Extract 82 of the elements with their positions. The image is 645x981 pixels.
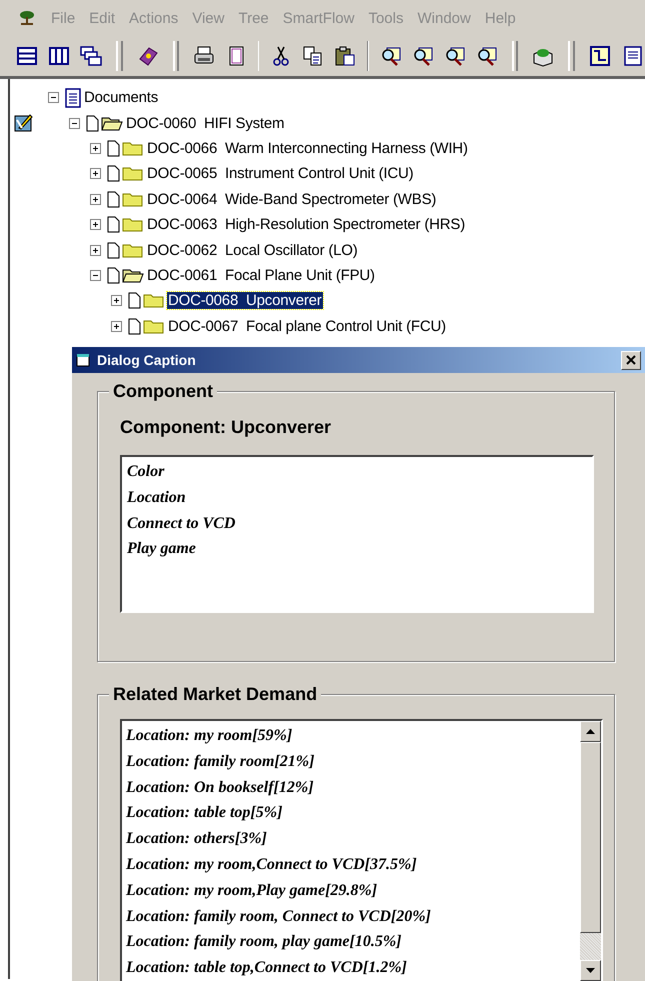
tree-node-label[interactable]: DOC-0064 Wide-Band Spectrometer (WBS) bbox=[146, 190, 438, 208]
book-icon[interactable] bbox=[136, 45, 159, 67]
page-icon bbox=[86, 114, 99, 132]
folder-icon bbox=[122, 140, 144, 157]
open-folder-icon bbox=[122, 266, 144, 284]
close-button[interactable] bbox=[621, 350, 641, 370]
list-item[interactable]: Location: others[3%] bbox=[126, 826, 576, 852]
list-item[interactable]: Play game bbox=[127, 536, 587, 562]
diagram-icon[interactable] bbox=[588, 45, 611, 67]
tree-node-label[interactable]: DOC-0062 Local Oscillator (LO) bbox=[146, 242, 359, 259]
toolbar-grip[interactable] bbox=[568, 41, 575, 71]
tree-logo-icon bbox=[18, 10, 36, 26]
tree-node-label[interactable]: DOC-0066 Warm Interconnecting Harness (WIH) bbox=[146, 140, 469, 157]
search-icon[interactable] bbox=[380, 45, 402, 67]
down-arrow-icon bbox=[586, 968, 595, 973]
page-icon bbox=[128, 318, 141, 335]
page-icon bbox=[107, 165, 120, 182]
windows-icon[interactable] bbox=[80, 45, 102, 67]
pencil-icon bbox=[14, 113, 34, 133]
document-icon bbox=[65, 88, 81, 108]
close-icon bbox=[626, 355, 636, 365]
collapse-toggle[interactable] bbox=[69, 118, 80, 129]
list-item[interactable]: Location bbox=[127, 484, 587, 511]
folder-icon bbox=[122, 190, 144, 208]
toolbar-grip[interactable] bbox=[512, 41, 518, 71]
scroll-thumb[interactable] bbox=[580, 742, 601, 933]
list-item[interactable]: Connect to VCD bbox=[127, 510, 587, 536]
toolbar-grip[interactable] bbox=[172, 41, 180, 71]
expand-toggle[interactable] bbox=[90, 219, 101, 230]
folder-icon bbox=[122, 216, 144, 234]
page-icon bbox=[107, 140, 120, 157]
tree-node-label[interactable]: Documents bbox=[83, 89, 160, 106]
list-item[interactable]: Location: my room,Play game[29.8%] bbox=[126, 878, 576, 904]
list-item[interactable]: Location: my room[59%] bbox=[126, 723, 576, 749]
tree-node-label[interactable]: DOC-0063 High-Resolution Spectrometer (HRS) bbox=[146, 216, 466, 234]
collapse-toggle[interactable] bbox=[48, 92, 59, 104]
folder-icon bbox=[143, 292, 165, 310]
dialog-title: Dialog Caption bbox=[97, 352, 197, 368]
page-icon bbox=[107, 216, 120, 234]
expand-toggle[interactable] bbox=[111, 295, 122, 306]
page-icon bbox=[107, 190, 120, 208]
scroll-up-button[interactable] bbox=[580, 721, 601, 742]
scroll-down-button[interactable] bbox=[580, 960, 601, 981]
columns-icon[interactable] bbox=[48, 45, 70, 67]
list-item[interactable]: Location: family room, play game[10.5%] bbox=[126, 929, 576, 956]
list-item[interactable]: Location: family room, Connect to VCD[20%] bbox=[126, 904, 576, 930]
toolbar-grip[interactable] bbox=[116, 41, 123, 71]
rows-icon[interactable] bbox=[16, 45, 38, 67]
search-icon[interactable] bbox=[476, 45, 498, 67]
page-icon bbox=[128, 292, 141, 310]
up-arrow-icon bbox=[586, 729, 595, 734]
component-label: Component: Upconverer bbox=[120, 417, 332, 438]
open-folder-icon bbox=[101, 114, 123, 132]
tree-node-label[interactable]: DOC-0060 HIFI System bbox=[125, 114, 286, 132]
folder-icon bbox=[143, 318, 165, 335]
tree-node-label[interactable]: DOC-0068 Upconverer bbox=[167, 292, 323, 310]
list-item[interactable]: Location: On bookself[12%] bbox=[126, 774, 576, 800]
page-icon bbox=[107, 242, 120, 259]
list-item[interactable]: Location: my room,Connect to VCD[37.5%] bbox=[126, 852, 576, 878]
list-item[interactable]: Location: family room[21%] bbox=[126, 748, 576, 775]
search-icon[interactable] bbox=[444, 45, 466, 67]
folder-icon bbox=[122, 242, 144, 259]
expand-toggle[interactable] bbox=[90, 142, 101, 154]
list-item[interactable]: Location: table top[5%] bbox=[126, 800, 576, 826]
scrollbar[interactable] bbox=[580, 721, 601, 981]
expand-toggle[interactable] bbox=[90, 168, 101, 180]
page-icon bbox=[107, 266, 120, 284]
expand-toggle[interactable] bbox=[90, 194, 101, 205]
group-legend: Component bbox=[109, 381, 217, 402]
list-item[interactable]: Location: table top,Connect to VCD[1.2%] bbox=[126, 955, 576, 981]
list-item[interactable]: Color bbox=[127, 459, 587, 485]
window-icon bbox=[76, 353, 92, 367]
tree-node-label[interactable]: DOC-0061 Focal Plane Unit (FPU) bbox=[146, 266, 376, 284]
folder-icon bbox=[122, 165, 144, 182]
expand-toggle[interactable] bbox=[111, 320, 122, 332]
expand-toggle[interactable] bbox=[90, 244, 101, 256]
copy-icon[interactable] bbox=[302, 45, 324, 67]
tree-node-label[interactable]: DOC-0067 Focal plane Control Unit (FCU) bbox=[167, 318, 447, 335]
tree-node-label[interactable]: DOC-0065 Instrument Control Unit (ICU) bbox=[146, 165, 414, 182]
clipboard-icon[interactable] bbox=[334, 45, 356, 67]
search-icon[interactable] bbox=[412, 45, 434, 67]
collapse-toggle[interactable] bbox=[90, 270, 101, 281]
